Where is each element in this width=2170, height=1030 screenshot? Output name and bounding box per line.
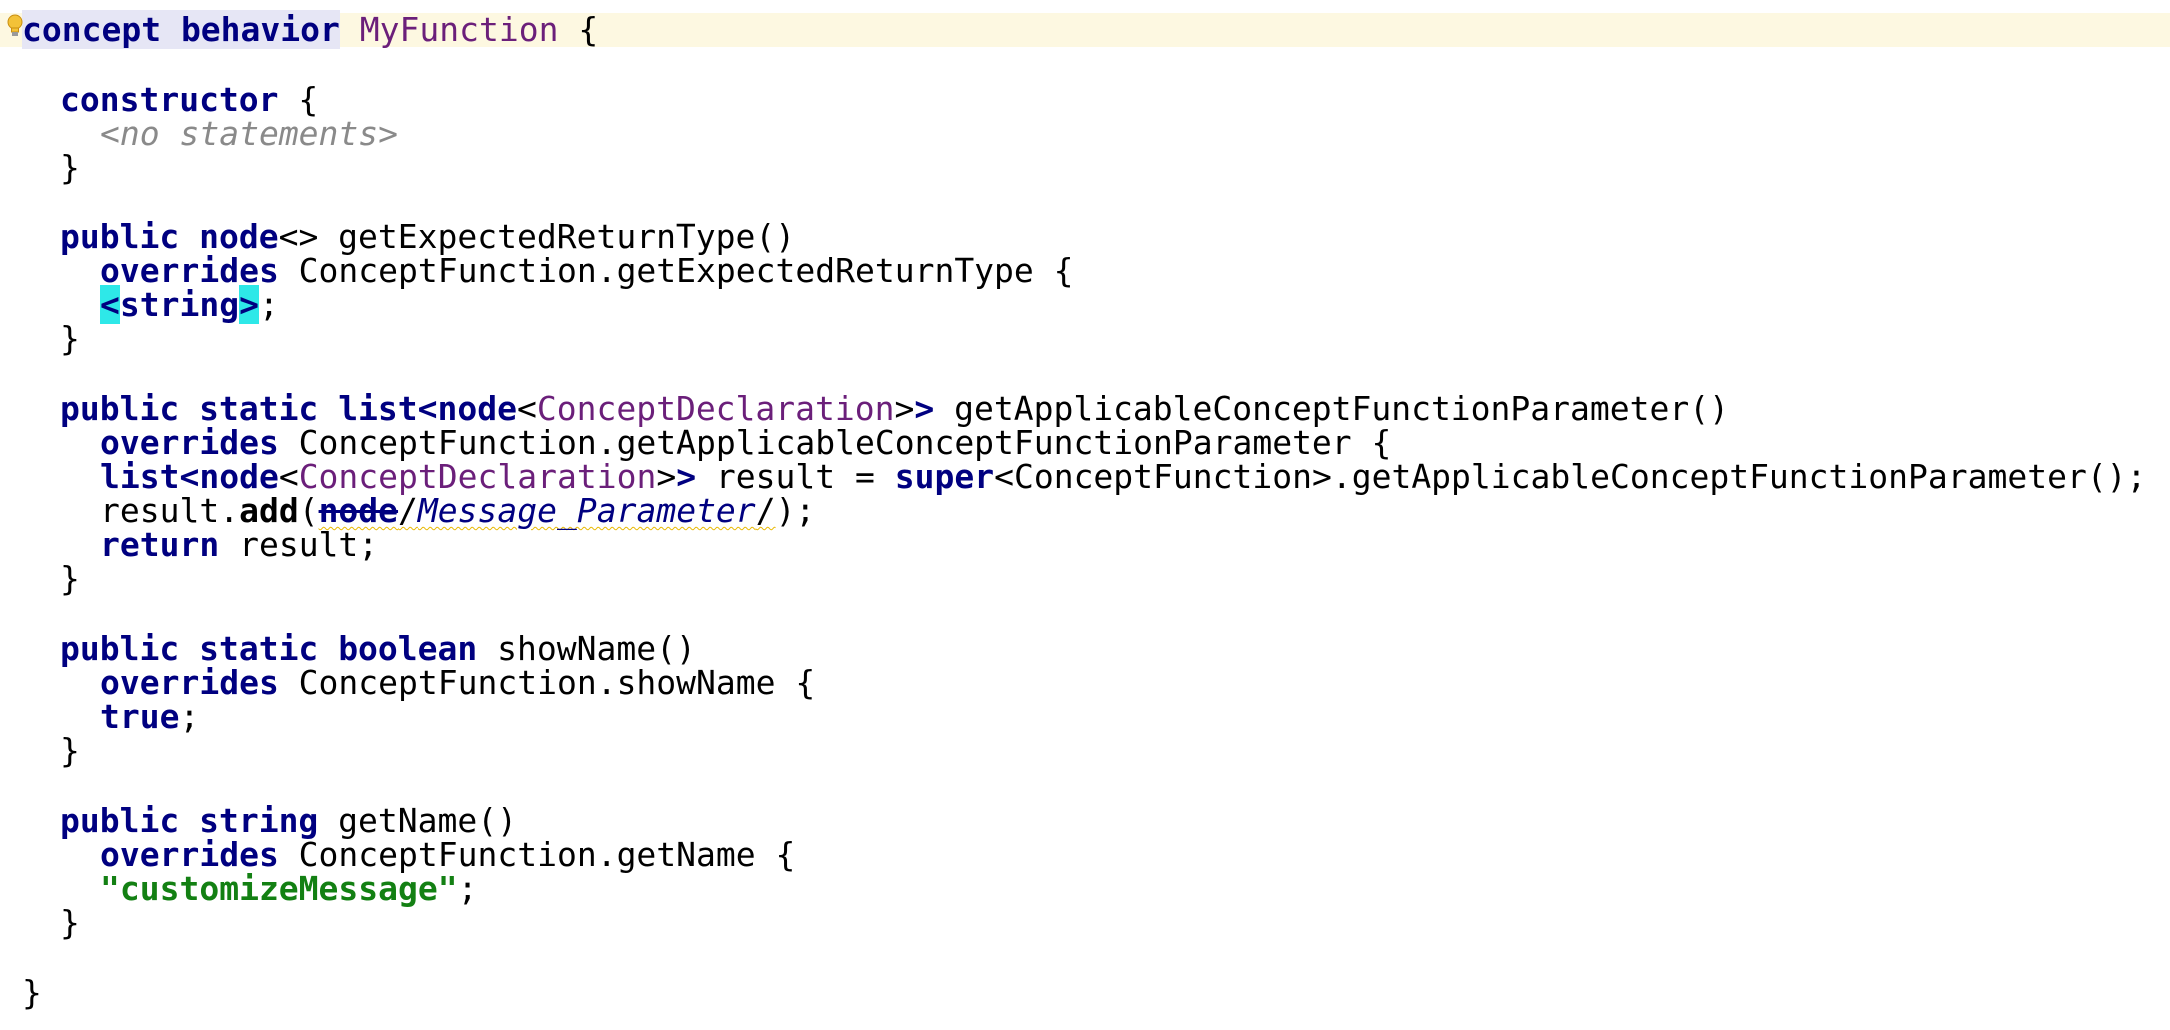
slash: / [398,491,418,530]
editor-line[interactable]: constructor { [0,83,318,117]
string-type-keyword[interactable]: string [120,285,239,324]
message-parameter-ref[interactable]: Message_Parameter [418,491,756,530]
bracket-close: > [239,285,259,324]
editor-line[interactable]: } [0,151,80,185]
editor-line[interactable]: } [0,562,80,596]
close-brace: } [60,319,80,358]
close-brace: } [60,148,80,187]
editor-line[interactable]: } [0,322,80,356]
editor-line[interactable]: result.add(node/Message_Parameter/); [0,494,815,528]
editor-line[interactable]: "customizeMessage"; [0,872,478,906]
return-keyword: return [100,525,220,564]
close-brace: } [60,731,80,770]
editor-line[interactable]: true; [0,700,199,734]
editor-line[interactable]: <string>; [0,285,279,324]
concept-name[interactable]: MyFunction [360,10,559,49]
paren-close: ); [775,491,816,530]
editor-line[interactable]: <no statements> [0,117,398,151]
editor-line-header[interactable]: concept behavior MyFunction { [0,10,2170,49]
close-brace: } [60,559,80,598]
return-value[interactable]: result; [219,525,378,564]
editor-line[interactable]: overrides ConceptFunction.getExpectedRet… [0,254,1074,288]
overridden-method[interactable]: ConceptFunction.showName { [279,663,816,702]
close-brace: } [60,903,80,942]
editor-line[interactable]: public static list<node<ConceptDeclarati… [0,392,1729,426]
editor-line[interactable]: } [0,976,42,1010]
editor-line[interactable]: list<node<ConceptDeclaration>> result = … [0,460,2146,494]
semicolon: ; [258,285,279,324]
semicolon: ; [457,869,478,908]
editor-line[interactable]: public static boolean showName() [0,632,696,666]
string-literal[interactable]: "customizeMessage" [100,869,458,908]
close-brace: } [22,973,42,1012]
semicolon: ; [179,697,200,736]
concept-behavior-keyword: concept behavior [22,10,340,49]
code-editor[interactable]: concept behavior MyFunction { constructo… [0,0,2170,1030]
empty-statements-placeholder[interactable]: <no statements> [100,114,398,153]
editor-line[interactable]: overrides ConceptFunction.getApplicableC… [0,426,1391,460]
error-node-reference[interactable]: node/Message_Parameter/ [319,491,776,530]
open-brace: { [558,10,599,49]
editor-line[interactable]: } [0,906,80,940]
editor-line[interactable]: overrides ConceptFunction.showName { [0,666,815,700]
bracket-open: < [100,285,120,324]
editor-line[interactable]: overrides ConceptFunction.getName { [0,838,795,872]
lightbulb-icon[interactable] [6,14,24,38]
slash: / [755,491,776,530]
true-literal[interactable]: true [100,697,179,736]
super-keyword: super [894,457,995,496]
editor-line[interactable]: } [0,734,80,768]
super-call[interactable]: <ConceptFunction>.getApplicableConceptFu… [994,457,2146,496]
overridden-method[interactable]: ConceptFunction.getExpectedReturnType { [279,251,1074,290]
editor-line[interactable]: return result; [0,528,378,562]
editor-line[interactable]: public string getName() [0,804,517,838]
editor-line[interactable]: public node<> getExpectedReturnType() [0,220,795,254]
